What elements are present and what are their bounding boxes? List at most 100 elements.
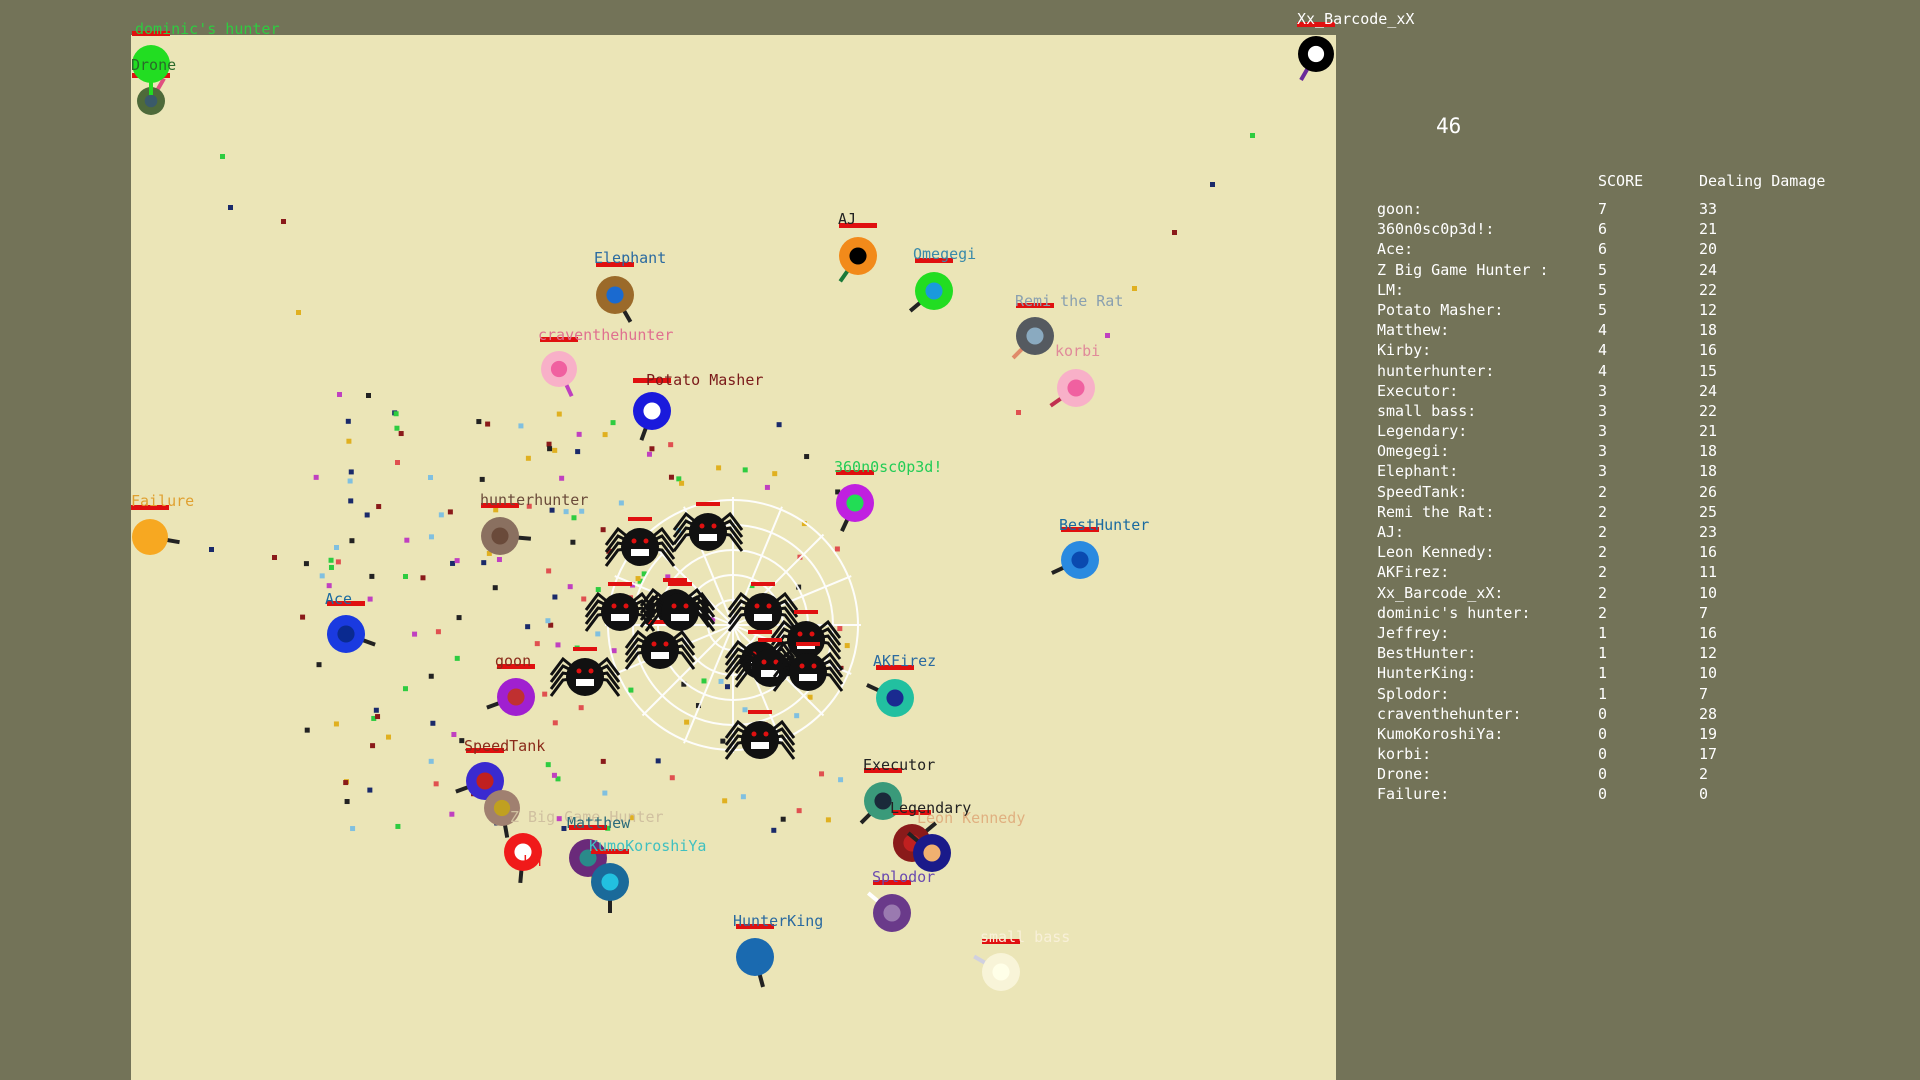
player-name: hunterhunter:: [1377, 361, 1495, 380]
player-score: 1: [1598, 664, 1608, 683]
scoreboard-row: dominic's hunter: 2 7: [1377, 604, 1897, 624]
scoreboard-row: Legendary: 3 21: [1377, 422, 1897, 442]
player-score: 2: [1598, 502, 1608, 521]
player-score: 7: [1598, 200, 1608, 218]
player-damage: 23: [1699, 523, 1718, 541]
player-score: 2: [1598, 523, 1608, 541]
player-score: 0: [1598, 765, 1608, 784]
player-score: 3: [1598, 381, 1608, 400]
player-score: 0: [1598, 724, 1608, 743]
player-score: 5: [1598, 300, 1608, 319]
scoreboard-row: small bass: 3 22: [1377, 402, 1897, 422]
player-name: Z Big Game Hunter :: [1377, 260, 1549, 279]
scoreboard-row: BestHunter: 1 12: [1377, 644, 1897, 664]
scoreboard-row: Omegegi: 3 18: [1377, 442, 1897, 462]
player-damage: 25: [1699, 502, 1718, 521]
player-damage: 16: [1699, 341, 1718, 360]
player-score: 1: [1598, 623, 1608, 642]
player-name: Legendary:: [1377, 422, 1468, 441]
scoreboard-row: KumoKoroshiYa: 0 19: [1377, 725, 1897, 745]
player-name: Kirby:: [1377, 341, 1432, 360]
scoreboard-row: AJ: 2 23: [1377, 523, 1897, 543]
player-score: 4: [1598, 321, 1608, 340]
player-damage: 22: [1699, 280, 1718, 299]
player-score: 3: [1598, 422, 1608, 441]
player-score: 2: [1598, 563, 1608, 582]
player-damage: 22: [1699, 401, 1718, 420]
player-damage: 0: [1699, 785, 1709, 804]
scoreboard-row: Drone: 0 2: [1377, 765, 1897, 785]
player-name: HunterKing:: [1377, 664, 1477, 683]
player-damage: 18: [1699, 442, 1718, 461]
player-score: 3: [1598, 462, 1608, 481]
player-name: dominic's hunter:: [1377, 603, 1531, 622]
player-damage: 17: [1699, 745, 1718, 764]
scoreboard-row: SpeedTank: 2 26: [1377, 483, 1897, 503]
player-name: Leon Kennedy:: [1377, 543, 1495, 562]
scoreboard-row: Jeffrey: 1 16: [1377, 624, 1897, 644]
player-score: 6: [1598, 220, 1608, 239]
player-score: 4: [1598, 361, 1608, 380]
scoreboard-row: Executor: 3 24: [1377, 382, 1897, 402]
player-name: Ace:: [1377, 240, 1414, 259]
player-damage: 15: [1699, 361, 1718, 380]
player-name: craventhehunter:: [1377, 704, 1522, 723]
score-header: SCORE: [1598, 172, 1644, 190]
player-name: LM:: [1377, 280, 1405, 299]
player-name: SpeedTank:: [1377, 482, 1468, 501]
player-damage: 7: [1699, 684, 1709, 703]
player-damage: 21: [1699, 220, 1718, 239]
player-damage: 16: [1699, 623, 1718, 642]
health-bar: [1297, 22, 1335, 27]
player-name: Elephant:: [1377, 462, 1459, 481]
player-name: AJ:: [1377, 523, 1405, 541]
damage-header: Dealing Damage: [1699, 172, 1826, 190]
player-damage: 12: [1699, 644, 1718, 663]
player-score: 0: [1598, 785, 1608, 804]
player-name: KumoKoroshiYa:: [1377, 724, 1504, 743]
player-score: 0: [1598, 745, 1608, 764]
player-name: Remi the Rat:: [1377, 502, 1495, 521]
player-name: Jeffrey:: [1377, 623, 1450, 642]
player-damage: 19: [1699, 724, 1718, 743]
scoreboard-row: craventhehunter: 0 28: [1377, 705, 1897, 725]
player-name: Failure:: [1377, 785, 1450, 804]
player-damage: 24: [1699, 260, 1718, 279]
player-name: korbi:: [1377, 745, 1432, 764]
player-damage: 21: [1699, 422, 1718, 441]
player-name: Omegegi:: [1377, 442, 1450, 461]
player-score: 3: [1598, 442, 1608, 461]
scoreboard-row: Remi the Rat: 2 25: [1377, 503, 1897, 523]
player-name: Xx_Barcode_xX:: [1377, 583, 1504, 602]
player-damage: 11: [1699, 563, 1718, 582]
scoreboard-row: Leon Kennedy: 2 16: [1377, 543, 1897, 563]
scoreboard-row: hunterhunter: 4 15: [1377, 362, 1897, 382]
scoreboard-row: Xx_Barcode_xX: 2 10: [1377, 584, 1897, 604]
scoreboard-row: Splodor: 1 7: [1377, 685, 1897, 705]
player-score: 2: [1598, 482, 1608, 501]
player-name: Drone:: [1377, 765, 1432, 784]
player-damage: 7: [1699, 603, 1709, 622]
scoreboard-row: HunterKing: 1 10: [1377, 664, 1897, 684]
game-arena[interactable]: [131, 35, 1336, 1080]
countdown-timer: 46: [1436, 114, 1462, 138]
player-name-label: Xx_Barcode_xX: [1297, 10, 1415, 28]
scoreboard-rows: goon: 7 33 360n0sc0p3d!: 6 21 Ace: 6 20 Z Big Gam…: [1377, 200, 1897, 806]
player-name: AKFirez:: [1377, 563, 1450, 582]
player-damage: 26: [1699, 482, 1718, 501]
player-name: Executor:: [1377, 381, 1459, 400]
scoreboard-row: Potato Masher: 5 12: [1377, 301, 1897, 321]
scoreboard-row: Kirby: 4 16: [1377, 341, 1897, 361]
player-name: Matthew:: [1377, 321, 1450, 340]
player-name: goon:: [1377, 200, 1423, 218]
player-damage: 28: [1699, 704, 1718, 723]
scoreboard-row: Elephant: 3 18: [1377, 462, 1897, 482]
player-score: 2: [1598, 603, 1608, 622]
player-damage: 12: [1699, 300, 1718, 319]
player-damage: 33: [1699, 200, 1718, 218]
scoreboard-row: korbi: 0 17: [1377, 745, 1897, 765]
player-score: 5: [1598, 280, 1608, 299]
player-name: 360n0sc0p3d!:: [1377, 220, 1495, 239]
player-score: 4: [1598, 341, 1608, 360]
scoreboard-row: 360n0sc0p3d!: 6 21: [1377, 220, 1897, 240]
